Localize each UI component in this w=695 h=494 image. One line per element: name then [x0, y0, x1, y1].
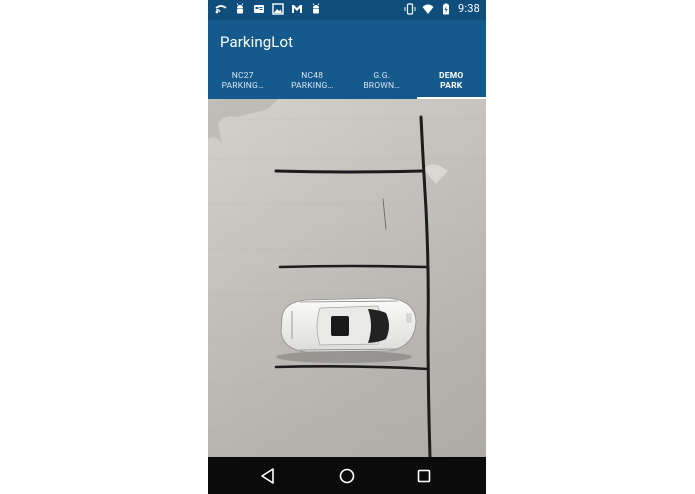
phone-screen: 9:38 ParkingLot NC27 PARKING… NC48 PARKI…: [208, 0, 486, 494]
parked-car: [276, 297, 417, 363]
navigation-bar: [208, 457, 486, 494]
parking-lot-photo: [208, 99, 486, 457]
status-time: 9:38: [457, 2, 480, 15]
system-icons: 9:38: [404, 3, 480, 15]
image-icon: [272, 3, 284, 15]
tab-label-line2: PARK: [440, 81, 463, 91]
tab-label-line1: DEMO: [439, 71, 464, 81]
tab-nc27-parking[interactable]: NC27 PARKING…: [208, 62, 278, 99]
tab-nc48-parking[interactable]: NC48 PARKING…: [278, 62, 348, 99]
vibrate-icon: [404, 3, 416, 15]
android-icon: [310, 3, 322, 15]
tab-label-line1: G.G.: [373, 71, 391, 81]
battery-charging-icon: [440, 3, 452, 15]
status-bar: 9:38: [208, 0, 486, 20]
sim-card-icon: [253, 3, 265, 15]
android-icon: [234, 3, 246, 15]
gmail-icon: [291, 3, 303, 15]
home-icon[interactable]: [337, 466, 357, 486]
tab-label-line2: BROWN…: [363, 81, 401, 91]
back-icon[interactable]: [258, 466, 278, 486]
cast-icon: [215, 3, 227, 15]
recents-icon[interactable]: [414, 466, 434, 486]
tab-gg-brown[interactable]: G.G. BROWN…: [347, 62, 417, 99]
tab-label-line2: PARKING…: [221, 81, 264, 91]
tab-demo-park[interactable]: DEMO PARK: [416, 62, 486, 99]
notification-icons: [215, 3, 322, 15]
wifi-icon: [422, 3, 434, 15]
app-title: ParkingLot: [220, 33, 294, 51]
tab-label-line2: PARKING…: [291, 81, 334, 91]
tab-label-line1: NC27: [231, 71, 254, 81]
parking-camera-view: [208, 99, 486, 457]
tab-bar: NC27 PARKING… NC48 PARKING… G.G. BROWN… …: [208, 62, 486, 99]
app-bar: ParkingLot: [208, 20, 486, 62]
tab-label-line1: NC48: [301, 71, 324, 81]
